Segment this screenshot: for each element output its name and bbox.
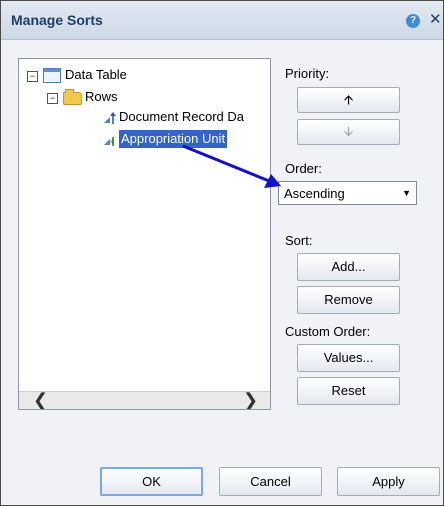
manage-sorts-dialog: Manage Sorts ? ✕ − Data Table − Rows Doc…: [0, 0, 444, 506]
annotation-arrow: [182, 144, 281, 188]
